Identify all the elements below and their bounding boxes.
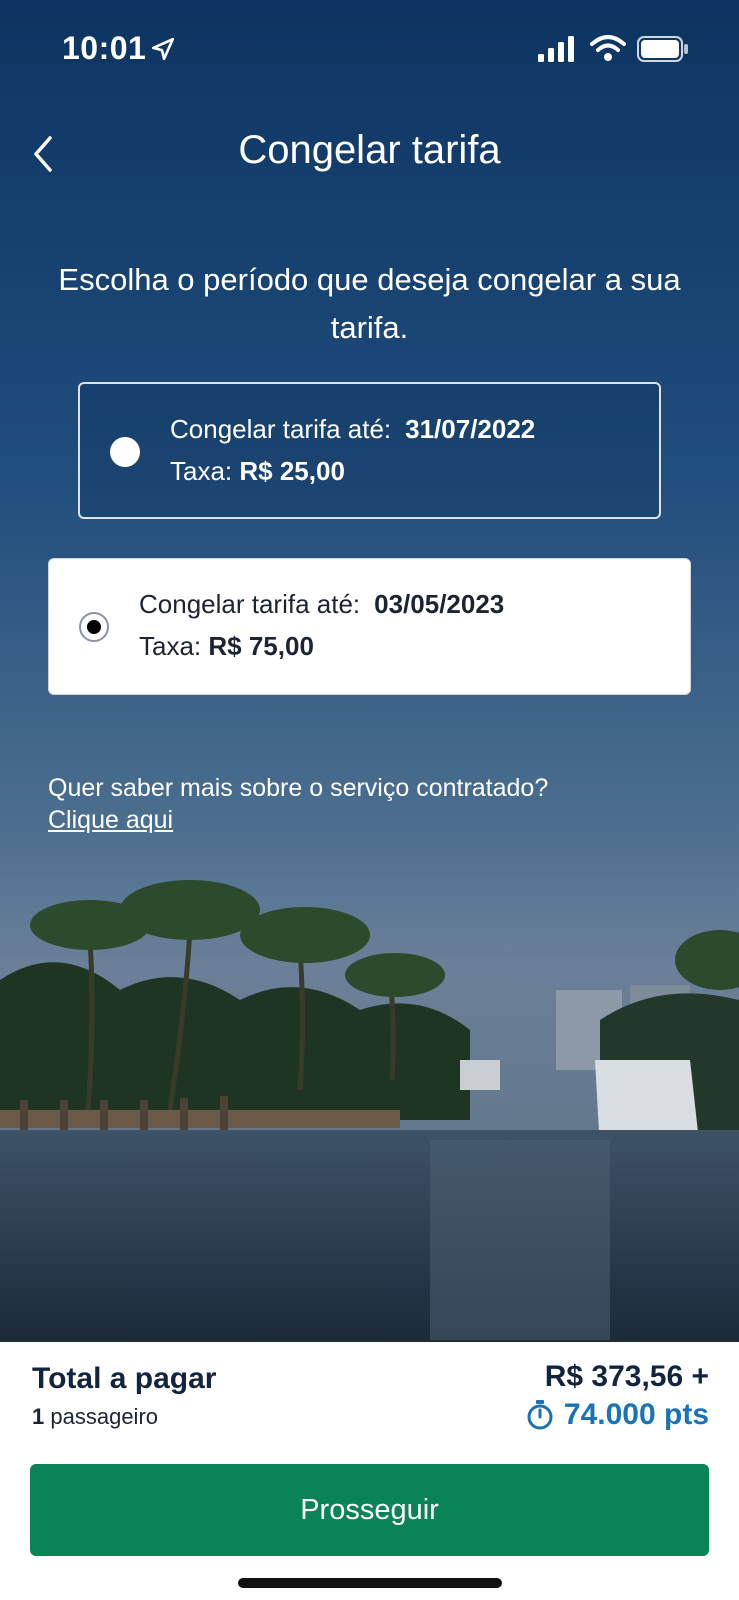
passenger-label: passageiro — [50, 1404, 159, 1429]
home-indicator — [238, 1578, 502, 1588]
learn-more-link[interactable]: Clique aqui — [48, 806, 173, 835]
option-date: 03/05/2023 — [374, 589, 505, 619]
total-label: Total a pagar — [32, 1362, 217, 1395]
option-date: 31/07/2022 — [405, 414, 536, 444]
info-question: Quer saber mais sobre o serviço contrata… — [48, 774, 549, 802]
option-fee-line: Taxa: R$ 25,00 — [170, 456, 345, 487]
passenger-number: 1 — [32, 1404, 45, 1429]
option-label: Congelar tarifa até: — [170, 414, 392, 444]
passenger-count: 1 passageiro — [32, 1404, 158, 1430]
option-period-line: Congelar tarifa até: 31/07/2022 — [170, 414, 535, 445]
wifi-icon — [590, 35, 626, 61]
location-arrow-icon — [151, 37, 175, 61]
option-label: Congelar tarifa até: — [139, 589, 361, 619]
fee-label: Taxa: — [170, 456, 233, 486]
page-subtitle: Escolha o período que deseja congelar a … — [58, 262, 681, 345]
points-value: 74.000 pts — [563, 1398, 709, 1431]
cellular-signal-icon — [538, 36, 574, 62]
points-total: 74.000 pts — [526, 1398, 709, 1432]
battery-icon — [637, 36, 688, 62]
fee-value: R$ 25,00 — [239, 456, 345, 486]
stopwatch-icon — [527, 1400, 553, 1430]
total-price: R$ 373,56 + — [544, 1360, 709, 1393]
status-bar: 10:01 — [0, 0, 739, 100]
radio-selected[interactable] — [79, 612, 109, 642]
option-period-line: Congelar tarifa até: 03/05/2023 — [139, 589, 504, 620]
option-fee-line: Taxa: R$ 75,00 — [139, 631, 314, 662]
proceed-button[interactable]: Prosseguir — [30, 1464, 709, 1556]
payment-summary-panel: Total a pagar 1 passageiro R$ 373,56 + 7… — [0, 1342, 739, 1600]
option-freeze-2022[interactable]: Congelar tarifa até: 31/07/2022 Taxa: R$ … — [78, 382, 661, 519]
option-freeze-2023[interactable]: Congelar tarifa até: 03/05/2023 Taxa: R$ … — [48, 558, 691, 695]
fee-value: R$ 75,00 — [208, 631, 314, 661]
fee-label: Taxa: — [139, 631, 202, 661]
status-time: 10:01 — [62, 30, 147, 66]
radio-unselected[interactable] — [110, 437, 140, 467]
page-title: Congelar tarifa — [238, 128, 501, 172]
